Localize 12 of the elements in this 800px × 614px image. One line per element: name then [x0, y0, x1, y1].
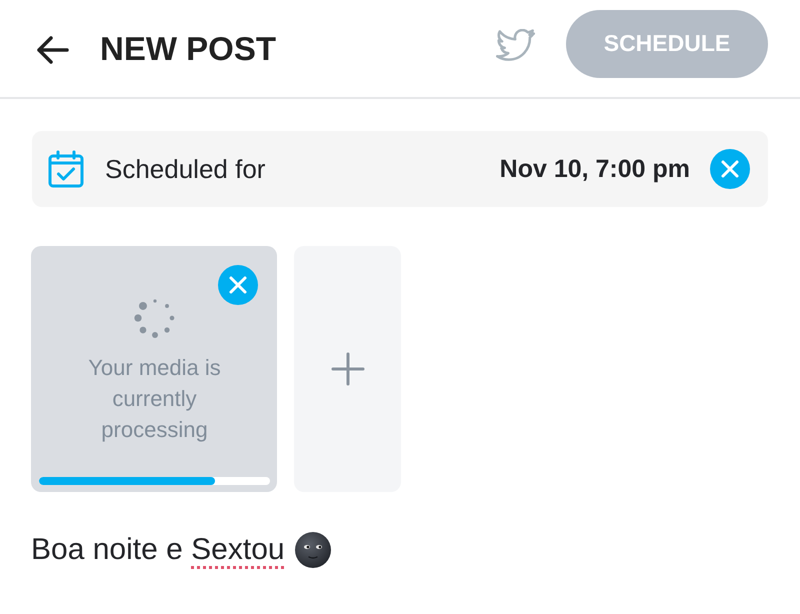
- post-text-field[interactable]: Boa noite e Sextou: [31, 532, 331, 568]
- page-title: NEW POST: [100, 30, 276, 68]
- bird-icon[interactable]: [495, 29, 537, 64]
- back-arrow-icon[interactable]: [35, 34, 69, 64]
- calendar-check-icon: [48, 150, 84, 188]
- plus-icon: [330, 352, 364, 386]
- close-icon[interactable]: [218, 265, 258, 305]
- moon-face-icon: [294, 532, 331, 568]
- processing-message: Your media is currently processing: [87, 354, 222, 444]
- close-icon[interactable]: [710, 149, 750, 189]
- schedule-label: Scheduled for: [105, 154, 266, 184]
- schedule-date: Nov 10, 7:00 pm: [500, 154, 690, 184]
